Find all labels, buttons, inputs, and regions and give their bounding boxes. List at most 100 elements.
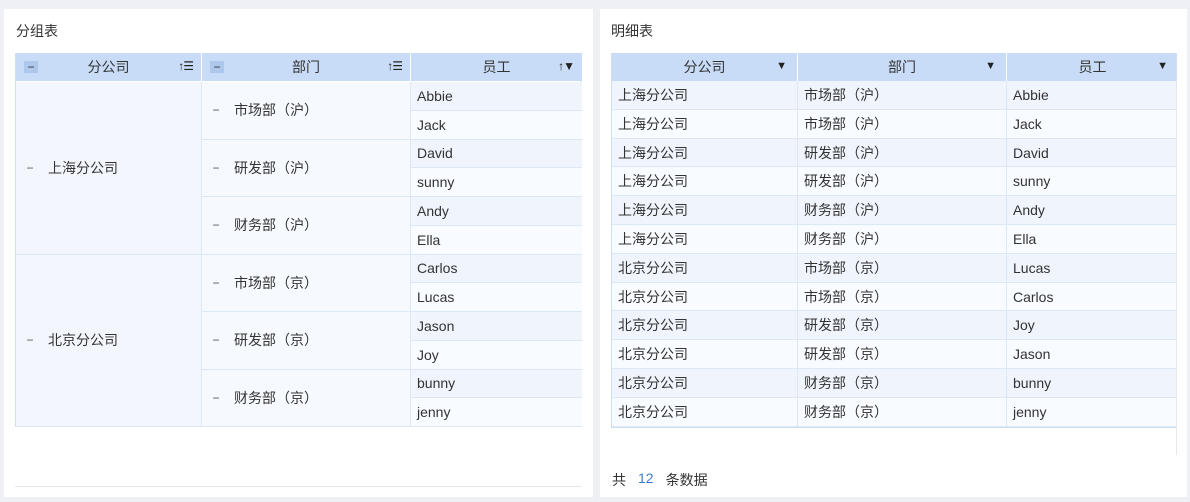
row-dept-cell: 研发部（京）: [798, 311, 1007, 340]
minus-icon[interactable]: −: [210, 392, 222, 404]
grouped-table-body: − 上海分公司 − 北京分公司 − 市场部（沪） − 研发部（沪） − 财务部（沪） − 市场部（京…: [16, 82, 582, 427]
group-dept-label: 研发部（京）: [234, 332, 318, 349]
group-employee-cell: Jack: [411, 110, 582, 140]
minus-icon[interactable]: −: [210, 104, 222, 116]
row-employee-cell: Abbie: [1013, 87, 1049, 103]
grouped-table-header: − 分公司 ↑☰ − 部门 ↑☰ 员工 ↑▼: [16, 53, 582, 81]
detail-header-dept[interactable]: 部门 ▼: [798, 53, 1007, 81]
group-employee-cell: sunny: [411, 168, 582, 197]
group-dept-cell: − 研发部（沪）: [202, 139, 411, 197]
row-company-cell: 北京分公司: [612, 253, 798, 282]
grouped-table-footer-divider: [15, 486, 581, 487]
collapse-all-company-icon[interactable]: −: [24, 61, 38, 73]
table-row[interactable]: 北京分公司 财务部（京） bunny: [612, 368, 1176, 398]
table-row[interactable]: 上海分公司 财务部（沪） Andy: [612, 196, 1176, 225]
row-dept-cell: 市场部（沪）: [798, 81, 1007, 109]
table-row[interactable]: 北京分公司 研发部（京） Joy: [612, 311, 1176, 341]
group-employee-cell: jenny: [411, 398, 582, 427]
table-row[interactable]: 上海分公司 市场部（沪） Jack: [612, 109, 1176, 139]
table-row[interactable]: 北京分公司 研发部（京） Jason: [612, 340, 1176, 369]
row-employee-cell: Andy: [1013, 202, 1045, 219]
group-company-label: 上海分公司: [48, 159, 118, 176]
group-dept-label: 市场部（京）: [234, 274, 318, 291]
table-row[interactable]: 北京分公司 市场部（京） Carlos: [612, 282, 1176, 312]
detail-header-company-label: 分公司: [683, 59, 726, 75]
row-dept-cell: 研发部（京）: [798, 340, 1007, 369]
detail-table-header: 分公司 ▼ 部门 ▼ 员工 ▼: [612, 53, 1176, 81]
header-employee-label: 员工: [482, 59, 511, 75]
detail-header-employee-label: 员工: [1078, 59, 1107, 75]
detail-header-employee[interactable]: 员工 ▼: [1007, 53, 1178, 81]
row-employee-cell: Jack: [1013, 115, 1042, 132]
group-employee-cell: David: [411, 139, 582, 169]
header-dept[interactable]: − 部门 ↑☰: [202, 53, 411, 81]
detail-table-body: 上海分公司 市场部（沪） Abbie 上海分公司 市场部（沪） Jack 上海分公司 研发部（…: [612, 81, 1176, 427]
table-row[interactable]: 上海分公司 财务部（沪） Ella: [612, 224, 1176, 254]
row-employee-cell: sunny: [1013, 173, 1051, 190]
row-company-cell: 上海分公司: [612, 81, 798, 109]
minus-icon[interactable]: −: [210, 277, 222, 289]
row-company-cell: 北京分公司: [612, 311, 798, 340]
header-employee[interactable]: 员工 ↑▼: [411, 53, 582, 81]
grouped-table-title: 分组表: [16, 23, 58, 39]
pager-prefix: 共: [612, 472, 626, 488]
group-dept-label: 财务部（沪）: [234, 217, 318, 234]
group-dept-label: 研发部（沪）: [234, 159, 318, 176]
minus-icon[interactable]: −: [210, 334, 222, 346]
row-employee-cell: Carlos: [1013, 288, 1054, 305]
caret-down-icon[interactable]: ▼: [776, 60, 787, 72]
table-row[interactable]: 北京分公司 市场部（京） Lucas: [612, 253, 1176, 283]
table-row[interactable]: 上海分公司 市场部（沪） Abbie: [612, 81, 1176, 110]
row-dept-cell: 研发部（沪）: [798, 138, 1007, 167]
row-employee-cell: Jason: [1013, 346, 1051, 363]
group-dept-cell: − 研发部（京）: [202, 312, 411, 370]
detail-table-title: 明细表: [611, 23, 653, 39]
group-employee-cell: Lucas: [411, 283, 582, 312]
row-employee-cell: bunny: [1013, 374, 1052, 391]
row-employee-cell: Ella: [1013, 230, 1037, 247]
minus-icon[interactable]: −: [210, 219, 222, 231]
pagination-summary: 共 12 条数据: [612, 470, 708, 490]
row-dept-cell: 财务部（沪）: [798, 224, 1007, 253]
group-dept-label: 财务部（京）: [234, 389, 318, 406]
header-dept-label: 部门: [292, 59, 320, 75]
group-employee-cell: Abbie: [411, 82, 582, 111]
row-company-cell: 上海分公司: [612, 196, 798, 225]
sort-icon[interactable]: ↑☰: [387, 59, 403, 73]
sort-icon[interactable]: ↑☰: [178, 59, 194, 73]
row-employee-cell: jenny: [1013, 403, 1047, 420]
row-employee-cell: David: [1013, 144, 1049, 161]
table-row[interactable]: 北京分公司 财务部（京） jenny: [612, 397, 1176, 427]
row-dept-cell: 市场部（沪）: [798, 109, 1007, 138]
detail-header-company[interactable]: 分公司 ▼: [612, 53, 798, 81]
collapse-all-dept-icon[interactable]: −: [210, 61, 224, 73]
table-row[interactable]: 上海分公司 研发部（沪） David: [612, 138, 1176, 168]
minus-icon[interactable]: −: [210, 162, 222, 174]
filter-icon[interactable]: ▼: [1157, 60, 1168, 72]
row-company-cell: 上海分公司: [612, 138, 798, 167]
row-dept-cell: 市场部（京）: [798, 282, 1007, 311]
row-company-cell: 北京分公司: [612, 282, 798, 311]
row-dept-cell: 市场部（京）: [798, 253, 1007, 282]
group-employee-cell: Jason: [411, 312, 582, 341]
row-company-cell: 北京分公司: [612, 397, 798, 426]
detail-table: 分公司 ▼ 部门 ▼ 员工 ▼ 上海分公司 市场部（沪） Abbie 上海分公司 市场部…: [611, 53, 1177, 428]
group-dept-cell: − 财务部（沪）: [202, 197, 411, 255]
group-employee-cell: Carlos: [411, 254, 582, 284]
caret-down-icon[interactable]: ▼: [985, 60, 996, 72]
header-company[interactable]: − 分公司 ↑☰: [16, 53, 202, 81]
detail-table-scrollbar[interactable]: [1176, 81, 1177, 455]
row-employee-cell: Lucas: [1013, 259, 1051, 276]
group-employee-cell: Ella: [411, 225, 582, 255]
minus-icon[interactable]: −: [24, 334, 36, 346]
row-company-cell: 上海分公司: [612, 167, 798, 196]
table-row[interactable]: 上海分公司 研发部（沪） sunny: [612, 167, 1176, 197]
detail-table-panel: 明细表 分公司 ▼ 部门 ▼ 员工 ▼ 上海分公司 市场部（沪） Abbie 上海分公…: [600, 9, 1187, 497]
group-company-cell: − 北京分公司: [16, 254, 202, 427]
row-dept-cell: 财务部（京）: [798, 397, 1007, 426]
group-company-cell: − 上海分公司: [16, 82, 202, 255]
sort-filter-icon[interactable]: ↑▼: [558, 59, 575, 73]
row-dept-cell: 财务部（京）: [798, 368, 1007, 397]
group-dept-cell: − 市场部（京）: [202, 254, 411, 312]
minus-icon[interactable]: −: [24, 162, 36, 174]
